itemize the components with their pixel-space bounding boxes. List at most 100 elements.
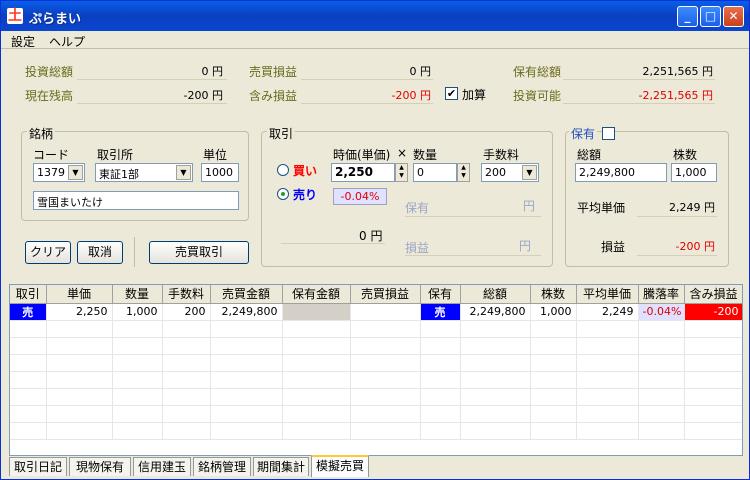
grid-cell[interactable] [162,405,211,423]
grid-cell[interactable] [638,371,685,389]
table-row[interactable] [10,422,742,440]
grid-cell[interactable] [10,422,47,440]
grid-header-5[interactable]: 保有金額 [282,285,351,304]
grid-cell[interactable] [210,320,283,338]
grid-cell[interactable] [10,354,47,372]
grid-cell[interactable] [460,405,531,423]
grid-cell[interactable] [684,422,742,440]
grid-cell[interactable] [210,405,283,423]
grid-cell[interactable] [420,320,461,338]
grid-cell[interactable] [530,320,577,338]
minimize-button[interactable]: _ [677,6,698,27]
fee-select[interactable]: 200 ▼ [481,163,539,182]
grid-cell[interactable] [684,354,742,372]
holding-total-input[interactable]: 2,249,800 [575,163,667,182]
grid-header-7[interactable]: 保有 [420,285,461,304]
grid-cell[interactable] [350,422,421,440]
grid-cell[interactable] [112,422,163,440]
grid-cell[interactable] [46,422,113,440]
table-row[interactable] [10,405,742,423]
grid-cell[interactable] [684,371,742,389]
grid-cell[interactable] [460,354,531,372]
price-spinner[interactable]: ▲ ▼ [395,163,408,182]
grid-cell[interactable] [460,422,531,440]
grid-cell[interactable] [684,337,742,355]
grid-cell[interactable] [350,320,421,338]
grid-cell[interactable] [420,388,461,406]
buy-radio[interactable] [277,164,289,176]
grid-header-8[interactable]: 総額 [460,285,531,304]
grid-cell[interactable]: 2,250 [46,303,113,321]
brand-name-input[interactable]: 雪国まいたけ [33,191,239,210]
grid-cell[interactable] [10,320,47,338]
grid-cell[interactable] [282,354,351,372]
qty-spinner[interactable]: ▲ ▼ [457,163,470,182]
grid-cell[interactable] [530,405,577,423]
grid-cell[interactable] [10,371,47,389]
tab-brand-management[interactable]: 銘柄管理 [193,457,251,476]
tab-margin-positions[interactable]: 信用建玉 [133,457,191,476]
grid-cell[interactable]: 1,000 [112,303,163,321]
code-select[interactable]: 1379 ▼ [33,163,85,182]
grid-cell[interactable] [350,303,421,321]
close-button[interactable]: ✕ [723,6,744,27]
clear-button[interactable]: クリア [25,241,71,264]
grid-cell[interactable] [350,388,421,406]
grid-cell[interactable] [576,371,639,389]
table-row[interactable] [10,337,742,355]
title-bar[interactable]: 土 ぷらまい _ □ ✕ [1,1,749,31]
grid-cell[interactable] [460,320,531,338]
grid-cell[interactable] [420,422,461,440]
table-row[interactable] [10,371,742,389]
grid-cell[interactable]: 2,249,800 [460,303,531,321]
grid-cell[interactable] [350,371,421,389]
grid-cell[interactable] [530,354,577,372]
grid-cell[interactable] [638,388,685,406]
chevron-down-icon[interactable]: ▼ [176,165,191,180]
grid-cell[interactable] [112,337,163,355]
grid-cell[interactable] [162,337,211,355]
grid-cell[interactable] [460,337,531,355]
grid-cell[interactable] [282,405,351,423]
grid-cell[interactable] [10,337,47,355]
trade-button[interactable]: 売買取引 [149,241,249,264]
grid-cell[interactable] [162,422,211,440]
grid-cell[interactable] [530,337,577,355]
grid-cell[interactable] [162,388,211,406]
grid-cell[interactable]: 200 [162,303,211,321]
grid-cell[interactable] [162,320,211,338]
grid-cell[interactable] [282,337,351,355]
grid-header-2[interactable]: 数量 [112,285,163,304]
grid-cell[interactable] [460,371,531,389]
grid-cell[interactable] [530,371,577,389]
menu-help[interactable]: ヘルプ [49,33,85,50]
grid-cell[interactable] [638,422,685,440]
grid-cell[interactable] [46,388,113,406]
grid-cell[interactable] [350,405,421,423]
grid-header-10[interactable]: 平均単価 [576,285,639,304]
chevron-down-icon[interactable]: ▼ [522,165,537,180]
tab-simulated-trading[interactable]: 模擬売買 [311,455,369,477]
grid-cell[interactable] [638,320,685,338]
grid-cell[interactable] [162,354,211,372]
grid-cell[interactable] [684,388,742,406]
grid-cell[interactable] [10,388,47,406]
grid-cell[interactable] [210,354,283,372]
grid-cell[interactable]: 売 [10,303,47,321]
grid-cell[interactable] [460,388,531,406]
grid-cell[interactable] [420,354,461,372]
grid-cell[interactable]: 2,249 [576,303,639,321]
grid-cell[interactable] [576,388,639,406]
tab-trade-diary[interactable]: 取引日記 [9,457,67,476]
grid-header-0[interactable]: 取引 [10,285,47,304]
tab-cash-holding[interactable]: 現物保有 [69,457,131,476]
grid-cell[interactable]: -0.04% [638,303,685,321]
grid-header-11[interactable]: 騰落率 [638,285,685,304]
grid-cell[interactable] [350,337,421,355]
grid-header-4[interactable]: 売買金額 [210,285,283,304]
grid-cell[interactable] [282,422,351,440]
grid-cell[interactable] [638,337,685,355]
cancel-button[interactable]: 取消 [77,241,123,264]
grid-cell[interactable] [420,337,461,355]
grid-cell[interactable] [576,354,639,372]
